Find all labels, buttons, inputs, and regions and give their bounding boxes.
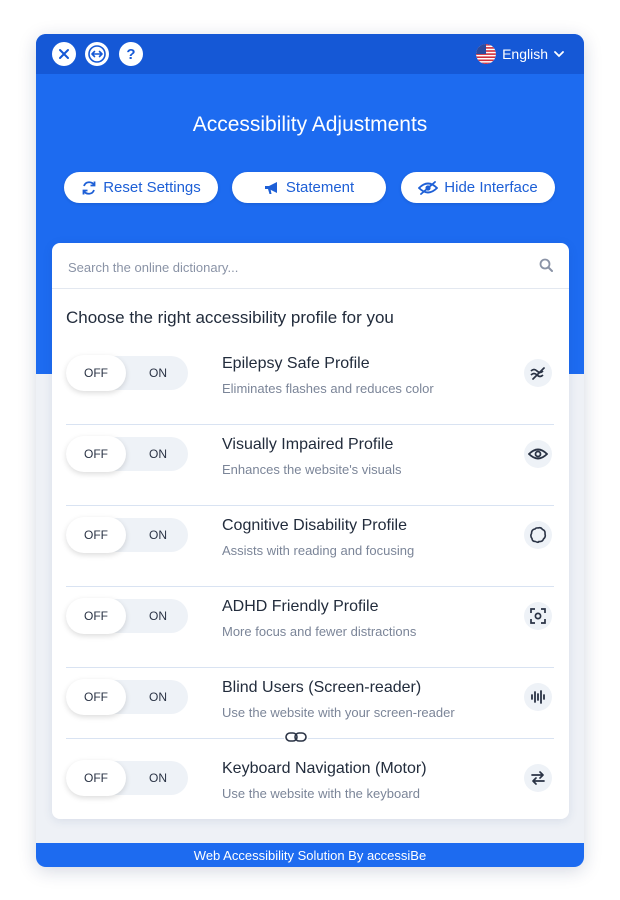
profile-row-blind-users: OFF ON Blind Users (Screen-reader) Use t… [66,667,554,748]
toggle-off-option[interactable]: OFF [66,679,126,715]
resize-arrows-icon [88,45,106,63]
profiles-heading: Choose the right accessibility profile f… [66,308,394,327]
toggle-on-option[interactable]: ON [128,356,188,390]
keyboard-navigation-profile-toggle[interactable]: OFF ON [66,760,188,796]
toggle-on-option[interactable]: ON [128,599,188,633]
profile-title: Blind Users (Screen-reader) [222,679,422,696]
profile-row-epilepsy: OFF ON Epilepsy Safe Profile Eliminates … [66,343,554,425]
swap-arrows-icon [524,764,552,792]
search-icon[interactable] [539,258,553,272]
profile-row-keyboard-navigation: OFF ON Keyboard Navigation (Motor) Use t… [66,748,554,829]
epilepsy-profile-toggle[interactable]: OFF ON [66,355,188,391]
toggle-on-option[interactable]: ON [128,518,188,552]
profile-description: More focus and fewer distractions [222,624,417,639]
blind-users-profile-toggle[interactable]: OFF ON [66,679,188,715]
profile-description: Use the website with the keyboard [222,786,420,801]
language-selector[interactable]: English [476,44,564,64]
dictionary-search [52,243,569,289]
toggle-off-option[interactable]: OFF [66,760,126,796]
hide-interface-button[interactable]: Hide Interface [401,172,555,203]
chevron-down-icon [554,50,564,57]
megaphone-icon [264,181,277,194]
toggle-on-option[interactable]: ON [128,761,188,795]
profile-title: Epilepsy Safe Profile [222,355,370,372]
cognitive-profile-toggle[interactable]: OFF ON [66,517,188,553]
help-button[interactable]: ? [119,42,143,66]
profile-title: Visually Impaired Profile [222,436,394,453]
profile-description: Assists with reading and focusing [222,543,415,558]
adhd-profile-toggle[interactable]: OFF ON [66,598,188,634]
toggle-off-option[interactable]: OFF [66,517,126,553]
reset-settings-button[interactable]: Reset Settings [64,172,218,203]
footer-credit[interactable]: Web Accessibility Solution By accessiBe [36,843,584,867]
page-title: Accessibility Adjustments [192,113,428,136]
waves-icon [524,359,552,387]
link-icon [284,730,308,744]
statement-label: Statement [285,179,355,196]
toggle-off-option[interactable]: OFF [66,436,126,472]
close-icon [59,49,69,59]
close-button[interactable] [52,42,76,66]
eye-icon [524,440,552,468]
statement-button[interactable]: Statement [232,172,386,203]
toggle-on-option[interactable]: ON [128,437,188,471]
resize-button[interactable] [85,42,109,66]
hide-interface-label: Hide Interface [444,179,538,196]
profile-row-adhd: OFF ON ADHD Friendly Profile More focus … [66,586,554,668]
top-bar: ? English [36,34,584,74]
brain-icon [524,521,552,549]
eye-slash-icon [418,180,439,195]
profile-description: Enhances the website's visuals [222,462,402,477]
search-input[interactable] [66,255,530,279]
profiles-card: Choose the right accessibility profile f… [52,243,569,819]
audio-wave-icon [524,683,552,711]
visually-impaired-profile-toggle[interactable]: OFF ON [66,436,188,472]
language-label: English [502,46,548,62]
profile-row-cognitive: OFF ON Cognitive Disability Profile Assi… [66,505,554,587]
reset-icon [82,180,96,195]
toggle-on-option[interactable]: ON [128,680,188,714]
reset-settings-label: Reset Settings [103,179,201,196]
divider [66,738,554,739]
toggle-off-option[interactable]: OFF [66,355,126,391]
profile-title: Keyboard Navigation (Motor) [222,760,427,777]
profile-description: Use the website with your screen-reader [222,705,455,720]
help-icon: ? [126,45,136,63]
focus-target-icon [524,602,552,630]
toggle-off-option[interactable]: OFF [66,598,126,634]
profile-row-visually-impaired: OFF ON Visually Impaired Profile Enhance… [66,424,554,506]
profile-title: ADHD Friendly Profile [222,598,379,615]
accessibility-panel: ? English Accessibility Adjustments Rese… [36,34,584,867]
profile-title: Cognitive Disability Profile [222,517,407,534]
profile-description: Eliminates flashes and reduces color [222,381,434,396]
us-flag-icon [476,44,497,64]
